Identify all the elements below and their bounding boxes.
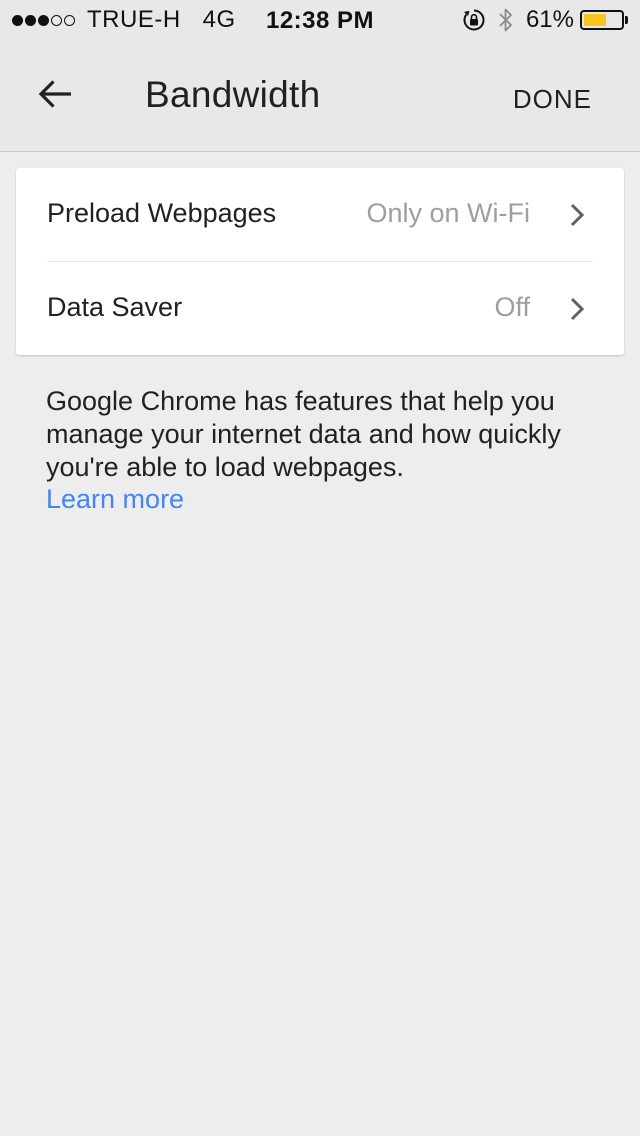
- setting-label: Preload Webpages: [47, 198, 277, 228]
- battery-icon: [580, 10, 624, 30]
- battery-level-fill: [584, 14, 606, 26]
- bandwidth-description: Google Chrome has features that help you…: [46, 386, 561, 482]
- chevron-right-icon: [568, 201, 586, 229]
- bluetooth-icon: [498, 7, 514, 33]
- status-bar-right: 61%: [462, 6, 628, 34]
- battery-tip: [625, 16, 628, 24]
- setting-label: Data Saver: [47, 292, 183, 322]
- bandwidth-settings-page: TRUE-H 4G 12:38 PM 61% Bandwidth DONE Pr…: [0, 0, 640, 1136]
- setting-value: Off: [494, 292, 530, 322]
- rotation-lock-icon: [462, 8, 486, 32]
- settings-card: Preload Webpages Only on Wi-Fi Data Save…: [16, 168, 624, 355]
- preload-webpages-row[interactable]: Preload Webpages Only on Wi-Fi: [16, 168, 624, 261]
- status-bar: TRUE-H 4G 12:38 PM 61%: [0, 0, 640, 40]
- done-button[interactable]: DONE: [513, 84, 592, 115]
- chevron-right-icon: [568, 295, 586, 323]
- back-button[interactable]: [28, 72, 84, 120]
- data-saver-row[interactable]: Data Saver Off: [16, 262, 624, 355]
- page-title: Bandwidth: [145, 74, 321, 115]
- learn-more-link[interactable]: Learn more: [46, 484, 184, 515]
- battery-percentage: 61%: [525, 6, 574, 33]
- arrow-back-icon: [38, 79, 74, 114]
- toolbar: Bandwidth DONE: [0, 40, 640, 152]
- setting-value: Only on Wi-Fi: [366, 198, 530, 228]
